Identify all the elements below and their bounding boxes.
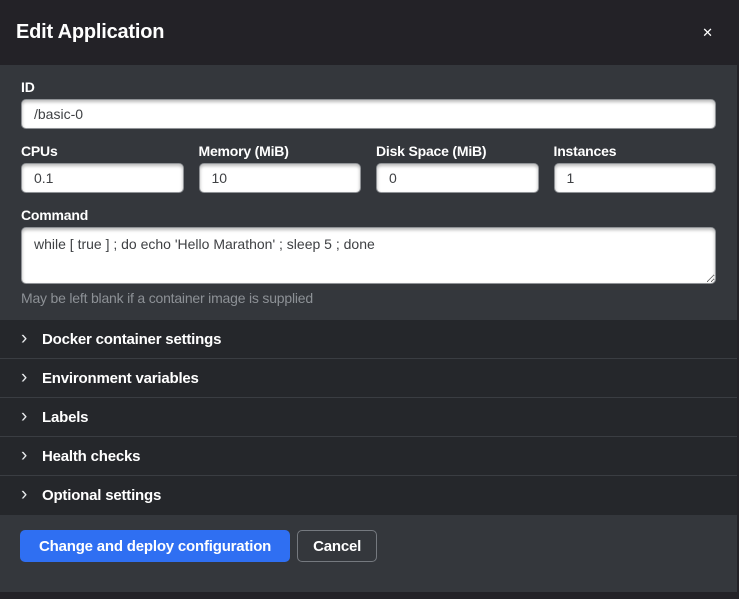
- command-label: Command: [21, 207, 716, 227]
- section-label: Labels: [42, 409, 88, 426]
- section-label: Optional settings: [42, 487, 161, 504]
- cpus-label: CPUs: [21, 143, 184, 163]
- disk-label: Disk Space (MiB): [376, 143, 539, 163]
- section-label: Docker container settings: [42, 331, 221, 348]
- close-icon[interactable]: ✕: [696, 22, 719, 43]
- command-field-group: Command while [ true ] ; do echo 'Hello …: [21, 207, 716, 310]
- instances-input[interactable]: [554, 163, 717, 193]
- section-label: Health checks: [42, 448, 140, 465]
- chevron-right-icon: ›: [21, 446, 34, 465]
- modal-header: Edit Application ✕: [0, 0, 737, 65]
- section-docker-container-settings[interactable]: › Docker container settings: [0, 320, 737, 359]
- command-help-text: May be left blank if a container image i…: [21, 290, 716, 310]
- id-field-group: ID: [21, 79, 716, 129]
- memory-field-group: Memory (MiB): [199, 143, 362, 193]
- disk-field-group: Disk Space (MiB): [376, 143, 539, 193]
- cpus-input[interactable]: [21, 163, 184, 193]
- section-labels[interactable]: › Labels: [0, 398, 737, 437]
- cancel-button[interactable]: Cancel: [297, 530, 377, 562]
- memory-label: Memory (MiB): [199, 143, 362, 163]
- chevron-right-icon: ›: [21, 407, 34, 426]
- instances-field-group: Instances: [554, 143, 717, 193]
- modal-footer: Change and deploy configuration Cancel: [0, 515, 737, 577]
- section-optional-settings[interactable]: › Optional settings: [0, 476, 737, 515]
- edit-application-modal: Edit Application ✕ ID CPUs Memory (MiB) …: [0, 0, 737, 592]
- id-input[interactable]: [21, 99, 716, 129]
- section-environment-variables[interactable]: › Environment variables: [0, 359, 737, 398]
- change-and-deploy-button[interactable]: Change and deploy configuration: [20, 530, 290, 562]
- id-label: ID: [21, 79, 716, 99]
- section-health-checks[interactable]: › Health checks: [0, 437, 737, 476]
- application-form: ID CPUs Memory (MiB) Disk Space (MiB) In…: [0, 65, 737, 320]
- chevron-right-icon: ›: [21, 329, 34, 348]
- section-label: Environment variables: [42, 370, 199, 387]
- page-title: Edit Application: [16, 21, 164, 44]
- disk-input[interactable]: [376, 163, 539, 193]
- instances-label: Instances: [554, 143, 717, 163]
- collapsible-sections: › Docker container settings › Environmen…: [0, 320, 737, 515]
- memory-input[interactable]: [199, 163, 362, 193]
- command-textarea[interactable]: while [ true ] ; do echo 'Hello Marathon…: [21, 227, 716, 284]
- resources-row: CPUs Memory (MiB) Disk Space (MiB) Insta…: [21, 143, 716, 207]
- chevron-right-icon: ›: [21, 485, 34, 504]
- chevron-right-icon: ›: [21, 368, 34, 387]
- cpus-field-group: CPUs: [21, 143, 184, 193]
